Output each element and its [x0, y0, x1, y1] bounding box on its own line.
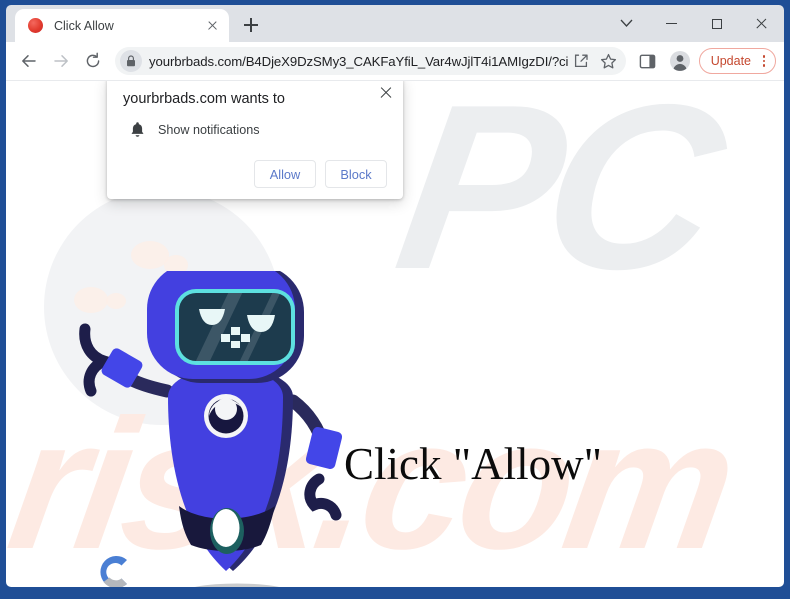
- browser-window: Click Allow yourbrbads.com/B4DjeX9DzSMy3…: [0, 0, 790, 599]
- headline-line-1: Click "Allow": [344, 439, 602, 489]
- new-tab-button[interactable]: [237, 11, 265, 39]
- minimize-button[interactable]: [649, 7, 694, 40]
- update-button[interactable]: Update: [698, 48, 776, 74]
- maximize-button[interactable]: [694, 7, 739, 40]
- captcha-c-icon: [100, 556, 127, 587]
- permission-label: Show notifications: [158, 122, 260, 137]
- arrow-left-icon: [22, 55, 36, 67]
- tab-strip: Click Allow: [6, 5, 784, 42]
- lock-icon: [127, 55, 135, 67]
- share-icon[interactable]: [568, 48, 594, 74]
- omnibox-actions: [568, 48, 622, 74]
- update-label: Update: [710, 54, 751, 68]
- browser-tab[interactable]: Click Allow: [15, 9, 229, 42]
- notification-permission-dialog: yourbrbads.com wants to Show notificatio…: [107, 81, 403, 199]
- address-bar[interactable]: yourbrbads.com/B4DjeX9DzSMy3_CAKFaYfiL_V…: [115, 47, 626, 75]
- close-tab-icon[interactable]: [203, 17, 221, 35]
- tab-title: Click Allow: [54, 18, 114, 33]
- close-window-button[interactable]: [739, 7, 784, 40]
- arrow-right-icon: [54, 55, 68, 67]
- side-panel-button[interactable]: [633, 46, 663, 76]
- page-headline: Click "Allow" if you are not a robot: [344, 334, 602, 587]
- window-controls: [604, 5, 784, 42]
- permission-row: Show notifications: [123, 121, 387, 138]
- reload-button[interactable]: [78, 46, 108, 76]
- robot-left-claw: [79, 323, 120, 397]
- robot-shadow: [194, 583, 280, 587]
- sleepy-blue-robot-icon: [79, 271, 343, 587]
- forward-button[interactable]: [46, 46, 76, 76]
- three-dot-menu-icon[interactable]: [757, 54, 771, 68]
- profile-avatar-icon: [669, 51, 690, 71]
- permission-actions: Allow Block: [123, 160, 387, 188]
- browser-toolbar: yourbrbads.com/B4DjeX9DzSMy3_CAKFaYfiL_V…: [6, 42, 784, 81]
- side-panel-icon: [639, 54, 656, 68]
- robot-illustration: [61, 271, 391, 587]
- minimize-icon: [666, 22, 677, 25]
- tab-search-button[interactable]: [604, 7, 649, 40]
- site-info-button[interactable]: [120, 50, 142, 72]
- profile-button[interactable]: [665, 46, 695, 76]
- page-viewport: PC risk.com Click "Allow" yourbrbads.com…: [6, 81, 784, 587]
- captcha-logo: E-CAPTCHA: [78, 551, 150, 587]
- favicon-icon: [28, 18, 43, 33]
- url-text: yourbrbads.com/B4DjeX9DzSMy3_CAKFaYfiL_V…: [149, 53, 568, 69]
- close-icon: [755, 17, 768, 30]
- robot-right-claw: [304, 473, 342, 521]
- back-button[interactable]: [14, 46, 44, 76]
- close-dialog-icon[interactable]: [378, 85, 394, 101]
- reload-icon: [86, 52, 100, 68]
- bell-icon: [131, 122, 144, 137]
- permission-dialog-title: yourbrbads.com wants to: [123, 91, 285, 107]
- maximize-icon: [711, 18, 722, 29]
- chevron-down-icon: [620, 19, 633, 27]
- star-icon[interactable]: [596, 48, 622, 74]
- block-button[interactable]: Block: [325, 160, 387, 188]
- allow-button[interactable]: Allow: [254, 160, 316, 188]
- watermark-primary: PC: [383, 81, 728, 318]
